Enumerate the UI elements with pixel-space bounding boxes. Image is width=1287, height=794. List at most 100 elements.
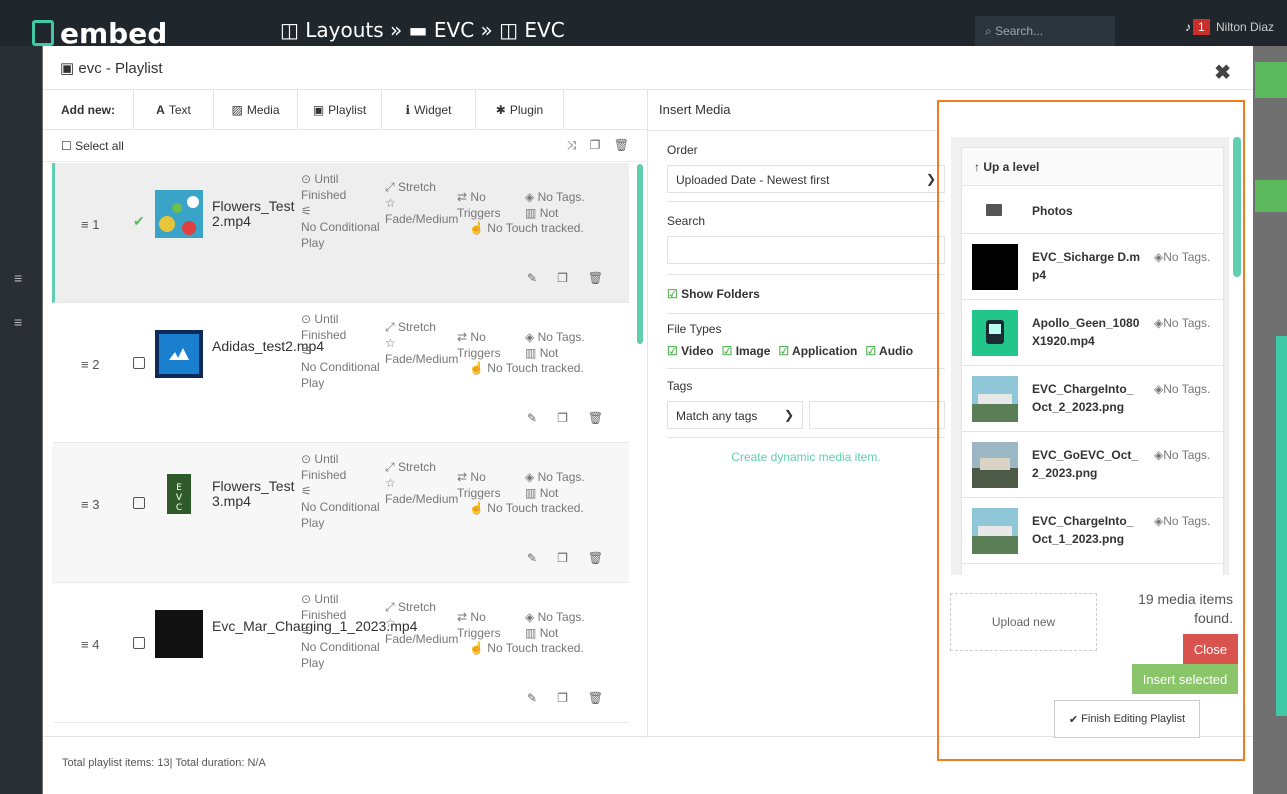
breadcrumb-item[interactable]: EVC [524,18,564,42]
triggers-info: ⇄ No Triggers [457,190,501,220]
notifications-button[interactable]: ♪ 1 [1185,19,1210,35]
copy-icon[interactable]: ❐ [557,271,588,285]
clock-icon: ⊙ [301,592,312,606]
tag-icon: ◈ [525,190,535,204]
show-folders-checkbox[interactable]: ☑ Show Folders [667,287,945,301]
star-icon: ☆ [385,196,396,210]
modal-header: ▣ evc - Playlist ✖ [43,46,1253,90]
add-media-button[interactable]: ▨ Media [213,89,297,130]
display-info: ⤢ Stretch ☆ Fade/Medium [385,180,459,226]
add-text-button[interactable]: A Text [133,89,213,130]
tag-icon: ◈ [525,470,535,484]
row-checkbox[interactable] [133,637,145,649]
copy-icon[interactable]: ❐ [557,691,588,705]
filetype-video-checkbox[interactable]: ☑ Video [667,344,714,358]
breadcrumb-item[interactable]: EVC [434,18,474,42]
edit-icon[interactable]: ✎ [527,691,557,705]
add-plugin-button[interactable]: ✱ Plugin [475,89,563,130]
copy-icon[interactable]: ❐ [590,138,601,152]
star-icon: ☆ [385,616,396,630]
check-icon: ☑ [667,287,678,301]
tag-icon: ◈ [525,610,535,624]
drag-handle[interactable]: ≡ 1 [81,217,99,232]
sliders-icon: ⚟ [301,204,312,218]
svg-text:C: C [176,503,182,513]
filetype-application-checkbox[interactable]: ☑ Application [778,344,857,358]
playlist-scrollbar[interactable] [637,164,643,344]
check-icon: ☑ [667,344,678,358]
sliders-icon: ⚟ [301,344,312,358]
touch-icon: ☝ [469,501,484,515]
copy-icon[interactable]: ❐ [557,411,588,425]
triggers-info: ⇄ No Triggers [457,610,501,640]
filetype-audio-checkbox[interactable]: ☑ Audio [865,344,913,358]
close-icon[interactable]: ✖ [1214,60,1231,85]
puzzle-icon: ✱ [495,102,506,117]
expand-icon: ⤢ [385,180,395,194]
clock-icon: ⊙ [301,452,312,466]
drag-handle[interactable]: ≡ 4 [81,637,99,652]
edit-icon[interactable]: ✎ [527,411,557,425]
divider [647,90,648,738]
clock-icon: ⊙ [301,172,312,186]
duration-info: ⊙ Until Finished ⚟ No Conditional Play [301,312,380,390]
media-name[interactable]: Evc_Mar_Charging_1_2023.mp4 [212,619,417,634]
create-dynamic-link[interactable]: Create dynamic media item. [667,450,945,464]
playlist-list: ≡ 1 ✔ Flowers_Test 2.mp4 ⊙ Until Finishe… [52,163,629,736]
media-name[interactable]: Flowers_Test 3.mp4 [212,479,296,509]
tags-mode-select[interactable]: Match any tags ❯ [667,401,803,429]
add-playlist-button[interactable]: ▣ Playlist [297,89,381,130]
expand-icon: ⤢ [385,600,395,614]
touch-info: ☝ No Touch tracked. [469,221,584,235]
copy-icon[interactable]: ❐ [557,551,588,565]
swap-icon: ⇄ [457,190,468,204]
background-button [1255,62,1287,98]
row-checkbox[interactable] [133,357,145,369]
tags-input[interactable] [809,401,945,429]
breadcrumb-item[interactable]: Layouts [305,18,383,42]
menu-icon[interactable]: ≡ [14,314,22,330]
drag-handle[interactable]: ≡ 2 [81,357,99,372]
global-search-input[interactable]: ⌕ Search... [975,16,1115,46]
trash-icon[interactable]: 🗑 [588,411,623,425]
media-name[interactable]: Flowers_Test 2.mp4 [212,199,296,229]
media-name[interactable]: Adidas_test2.mp4 [212,339,324,354]
shuffle-icon[interactable]: ⤨ [567,138,577,152]
add-widget-button[interactable]: ℹ Widget [381,89,475,130]
triggers-info: ⇄ No Triggers [457,470,501,500]
row-checkbox[interactable] [133,497,145,509]
chevron-down-icon: ❯ [783,408,794,422]
edit-icon[interactable]: ✎ [527,551,557,565]
touch-icon: ☝ [469,641,484,655]
drag-handle[interactable]: ≡ 3 [81,497,99,512]
chevron-down-icon: ❯ [925,172,936,186]
user-menu[interactable]: Nilton Diaz [1216,20,1274,34]
playlist-row[interactable]: ≡ 2 Adidas_test2.mp4 ⊙ Until Finished ⚟ No… [52,303,629,443]
search-icon: ⌕ [985,24,992,38]
filetype-image-checkbox[interactable]: ☑ Image [722,344,771,358]
trash-icon[interactable]: 🗑 [588,551,623,565]
star-icon: ☆ [385,336,396,350]
row-checkbox[interactable]: ✔ [133,213,145,229]
layout-icon: ◫ [499,18,519,42]
playlist-row[interactable]: ≡ 3 E V C Flowers_Test 3.mp4 ⊙ Until Fin… [52,443,629,583]
file-types-group: ☑ Video ☑ Image ☑ Application ☑ Audio [667,344,945,358]
add-new-label: Add new: [61,102,115,117]
tag-icon: ◈ [525,330,535,344]
sliders-icon: ⚟ [301,484,312,498]
touch-info: ☝ No Touch tracked. [469,641,584,655]
menu-icon[interactable]: ≡ [14,270,22,286]
trash-icon[interactable]: 🗑 [588,271,623,285]
trash-icon[interactable]: 🗑 [614,138,629,152]
trash-icon[interactable]: 🗑 [588,691,623,705]
finish-editing-button[interactable]: ✔ Finish Editing Playlist [1054,700,1200,738]
playlist-row[interactable]: ≡ 4 Evc_Mar_Charging_1_2023.mp4 ⊙ Until … [52,583,629,723]
edit-icon[interactable]: ✎ [527,271,557,285]
playlist-row[interactable]: ≡ 1 ✔ Flowers_Test 2.mp4 ⊙ Until Finishe… [52,163,629,303]
media-search-input[interactable] [667,236,945,264]
sliders-icon: ⚟ [301,624,312,638]
display-info: ⤢ Stretch ☆ Fade/Medium [385,600,459,646]
select-all-checkbox[interactable]: ☐ Select all [61,139,124,153]
notification-badge: 1 [1193,19,1210,35]
order-select[interactable]: Uploaded Date - Newest first ❯ [667,165,945,193]
